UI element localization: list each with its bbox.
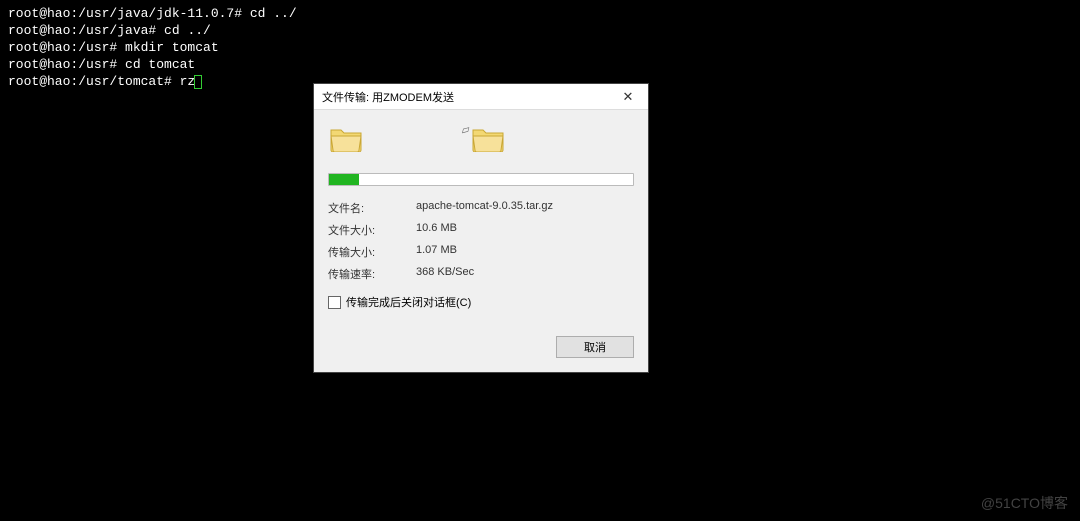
close-icon: ✕ (623, 89, 634, 105)
button-row: 取消 (314, 324, 648, 372)
prompt: root@hao:/usr/tomcat# (8, 74, 172, 89)
command: cd tomcat (117, 57, 195, 72)
filename-value: apache-tomcat-9.0.35.tar.gz (416, 200, 634, 216)
info-row-filename: 文件名: apache-tomcat-9.0.35.tar.gz (328, 200, 634, 216)
prompt: root@hao:/usr/java# (8, 23, 156, 38)
prompt: root@hao:/usr/java/jdk-11.0.7# (8, 6, 242, 21)
source-folder-icon (330, 126, 362, 155)
speed-label: 传输速率: (328, 266, 416, 282)
terminal[interactable]: root@hao:/usr/java/jdk-11.0.7# cd ../ ro… (0, 0, 1080, 96)
filesize-label: 文件大小: (328, 222, 416, 238)
speed-value: 368 KB/Sec (416, 266, 634, 282)
prompt: root@hao:/usr# (8, 57, 117, 72)
file-transfer-dialog: 文件传输: 用ZMODEM发送 ✕ ▱ 文件名: apache-tomcat-9… (313, 83, 649, 373)
checkbox-label: 传输完成后关闭对话框(C) (346, 294, 471, 310)
progress-bar (328, 173, 634, 186)
command: mkdir tomcat (117, 40, 218, 55)
terminal-line: root@hao:/usr# mkdir tomcat (8, 40, 1072, 57)
cancel-label: 取消 (584, 339, 606, 355)
watermark: @51CTO博客 (981, 493, 1068, 513)
command: cd ../ (242, 6, 297, 21)
transfersize-label: 传输大小: (328, 244, 416, 260)
cursor (194, 75, 202, 89)
folder-row: ▱ (328, 124, 634, 173)
paper-icon: ▱ (460, 122, 471, 137)
transfersize-value: 1.07 MB (416, 244, 634, 260)
info-table: 文件名: apache-tomcat-9.0.35.tar.gz 文件大小: 1… (328, 200, 634, 282)
close-after-checkbox-row[interactable]: 传输完成后关闭对话框(C) (328, 294, 634, 310)
terminal-line: root@hao:/usr/java/jdk-11.0.7# cd ../ (8, 6, 1072, 23)
info-row-speed: 传输速率: 368 KB/Sec (328, 266, 634, 282)
cancel-button[interactable]: 取消 (556, 336, 634, 358)
command: cd ../ (156, 23, 211, 38)
terminal-line: root@hao:/usr/java# cd ../ (8, 23, 1072, 40)
info-row-filesize: 文件大小: 10.6 MB (328, 222, 634, 238)
dialog-title: 文件传输: 用ZMODEM发送 (322, 89, 454, 105)
dest-folder-icon: ▱ (462, 126, 504, 155)
close-after-checkbox[interactable] (328, 296, 341, 309)
titlebar[interactable]: 文件传输: 用ZMODEM发送 ✕ (314, 84, 648, 110)
filename-label: 文件名: (328, 200, 416, 216)
filesize-value: 10.6 MB (416, 222, 634, 238)
prompt: root@hao:/usr# (8, 40, 117, 55)
terminal-line: root@hao:/usr# cd tomcat (8, 57, 1072, 74)
progress-fill (329, 174, 359, 185)
command: rz (172, 74, 195, 89)
dialog-body: ▱ 文件名: apache-tomcat-9.0.35.tar.gz 文件大小:… (314, 110, 648, 324)
info-row-transfersize: 传输大小: 1.07 MB (328, 244, 634, 260)
close-button[interactable]: ✕ (608, 84, 648, 110)
